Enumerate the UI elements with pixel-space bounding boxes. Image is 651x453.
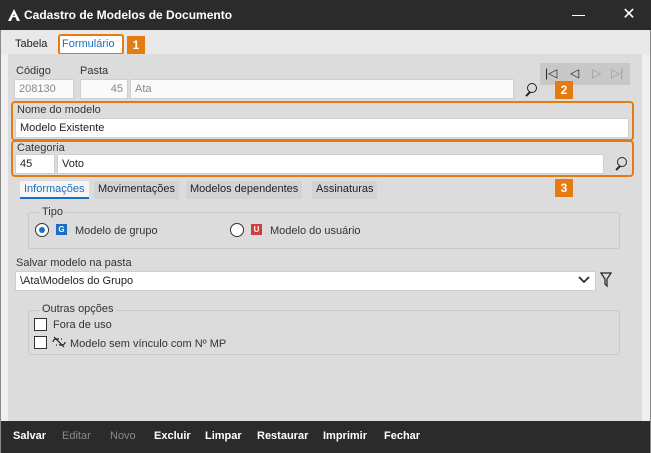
excluir-button[interactable]: Excluir [154,430,191,442]
restaurar-button[interactable]: Restaurar [257,430,308,442]
salvar-pasta-select[interactable]: \Ata\Modelos do Grupo [15,271,596,291]
codigo-label: Código [16,65,51,77]
modelo-grupo-label: Modelo de grupo [75,225,158,237]
salvar-pasta-label: Salvar modelo na pasta [16,257,132,269]
pasta-number-field[interactable]: 45 [80,79,128,99]
last-record-icon[interactable]: ▷| [611,66,623,80]
first-record-icon[interactable]: |◁ [545,66,557,80]
close-button[interactable]: ✕ [617,5,641,25]
window-title: Cadastro de Modelos de Documento [24,8,233,22]
novo-button[interactable]: Novo [110,430,136,442]
categoria-search-icon[interactable] [614,157,628,171]
previous-record-icon[interactable]: ◁ [570,66,579,80]
radio-modelo-usuario[interactable] [230,223,244,237]
editar-button[interactable]: Editar [62,430,91,442]
step-badge-2: 2 [555,81,573,99]
categoria-name-field[interactable]: Voto [57,154,604,174]
fora-de-uso-checkbox[interactable] [34,318,47,331]
pasta-name-field[interactable]: Ata [130,79,514,99]
nome-input[interactable]: Modelo Existente [15,118,629,138]
step-badge-3: 3 [555,179,573,197]
minimize-button[interactable] [566,6,592,24]
outras-opcoes-label: Outras opções [40,303,116,315]
fora-de-uso-label: Fora de uso [53,319,112,331]
tipo-label: Tipo [40,206,65,218]
subtab-modelos-dependentes[interactable]: Modelos dependentes [186,181,303,199]
filter-icon[interactable] [600,272,612,288]
limpar-button[interactable]: Limpar [205,430,242,442]
sem-vinculo-checkbox[interactable] [34,336,47,349]
sem-vinculo-label: Modelo sem vínculo com Nº MP [70,338,227,350]
imprimir-button[interactable]: Imprimir [323,430,367,442]
modelo-usuario-label: Modelo do usuário [270,225,361,237]
record-navigator: |◁ ◁ ▷ ▷| [540,63,630,85]
next-record-icon[interactable]: ▷ [592,66,601,80]
radio-modelo-grupo[interactable] [35,223,49,237]
salvar-button[interactable]: Salvar [13,430,46,442]
nome-label: Nome do modelo [17,104,101,116]
chevron-down-icon[interactable] [578,275,590,285]
subtab-assinaturas[interactable]: Assinaturas [312,181,378,199]
tab-formulario[interactable]: Formulário [62,38,115,50]
fechar-button[interactable]: Fechar [384,430,420,442]
subtab-informacoes[interactable]: Informações [20,181,89,199]
codigo-field[interactable]: 208130 [14,79,74,99]
app-icon [8,9,20,21]
broken-link-icon [52,336,66,348]
pasta-label: Pasta [80,65,109,77]
step-badge-1: 1 [127,36,145,54]
categoria-label: Categoria [17,142,65,154]
title-bar: Cadastro de Modelos de Documento ✕ [0,0,651,30]
categoria-number-field[interactable]: 45 [15,154,55,174]
group-model-icon: G [56,224,67,235]
pasta-search-icon[interactable] [524,83,538,97]
user-model-icon: U [251,224,262,235]
tab-tabela[interactable]: Tabela [15,38,47,50]
subtab-movimentacoes[interactable]: Movimentações [94,181,180,199]
